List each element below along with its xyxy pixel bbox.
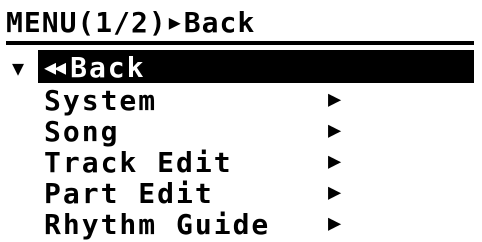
double-left-arrow-icon: ◀◀ bbox=[44, 55, 66, 79]
menu-title: MENU(1/2) bbox=[6, 5, 167, 39]
right-triangle-icon: ▶ bbox=[328, 149, 344, 174]
menu-item-back[interactable]: ◀◀ Back bbox=[44, 50, 464, 84]
menu-item-part-edit[interactable]: Part Edit ▶ bbox=[44, 176, 464, 210]
menu-header: MENU(1/2) ▶ Back bbox=[6, 4, 480, 40]
right-triangle-icon: ▶ bbox=[168, 10, 182, 34]
lcd-screen: MENU(1/2) ▶ Back ▼ ◀◀ Back System ▶ Song… bbox=[0, 0, 482, 242]
right-triangle-icon: ▶ bbox=[328, 87, 344, 112]
header-divider bbox=[6, 41, 474, 45]
menu-item-label: Song bbox=[44, 114, 120, 148]
menu-item-track-edit[interactable]: Track Edit ▶ bbox=[44, 145, 464, 179]
menu-item-system[interactable]: System ▶ bbox=[44, 83, 464, 117]
right-triangle-icon: ▶ bbox=[328, 180, 344, 205]
menu-item-rhythm-guide[interactable]: Rhythm Guide ▶ bbox=[44, 207, 464, 241]
menu-item-label: Back bbox=[70, 50, 146, 84]
header-back-label: Back bbox=[183, 5, 256, 39]
cursor-down-triangle-icon: ▼ bbox=[12, 56, 25, 80]
menu-item-label: Part Edit bbox=[44, 176, 214, 210]
menu-item-song[interactable]: Song ▶ bbox=[44, 114, 464, 148]
right-triangle-icon: ▶ bbox=[328, 118, 344, 143]
menu-item-label: Track Edit bbox=[44, 145, 233, 179]
menu-item-label: Rhythm Guide bbox=[44, 207, 271, 241]
menu-item-label: System bbox=[44, 83, 158, 117]
right-triangle-icon: ▶ bbox=[328, 211, 344, 236]
